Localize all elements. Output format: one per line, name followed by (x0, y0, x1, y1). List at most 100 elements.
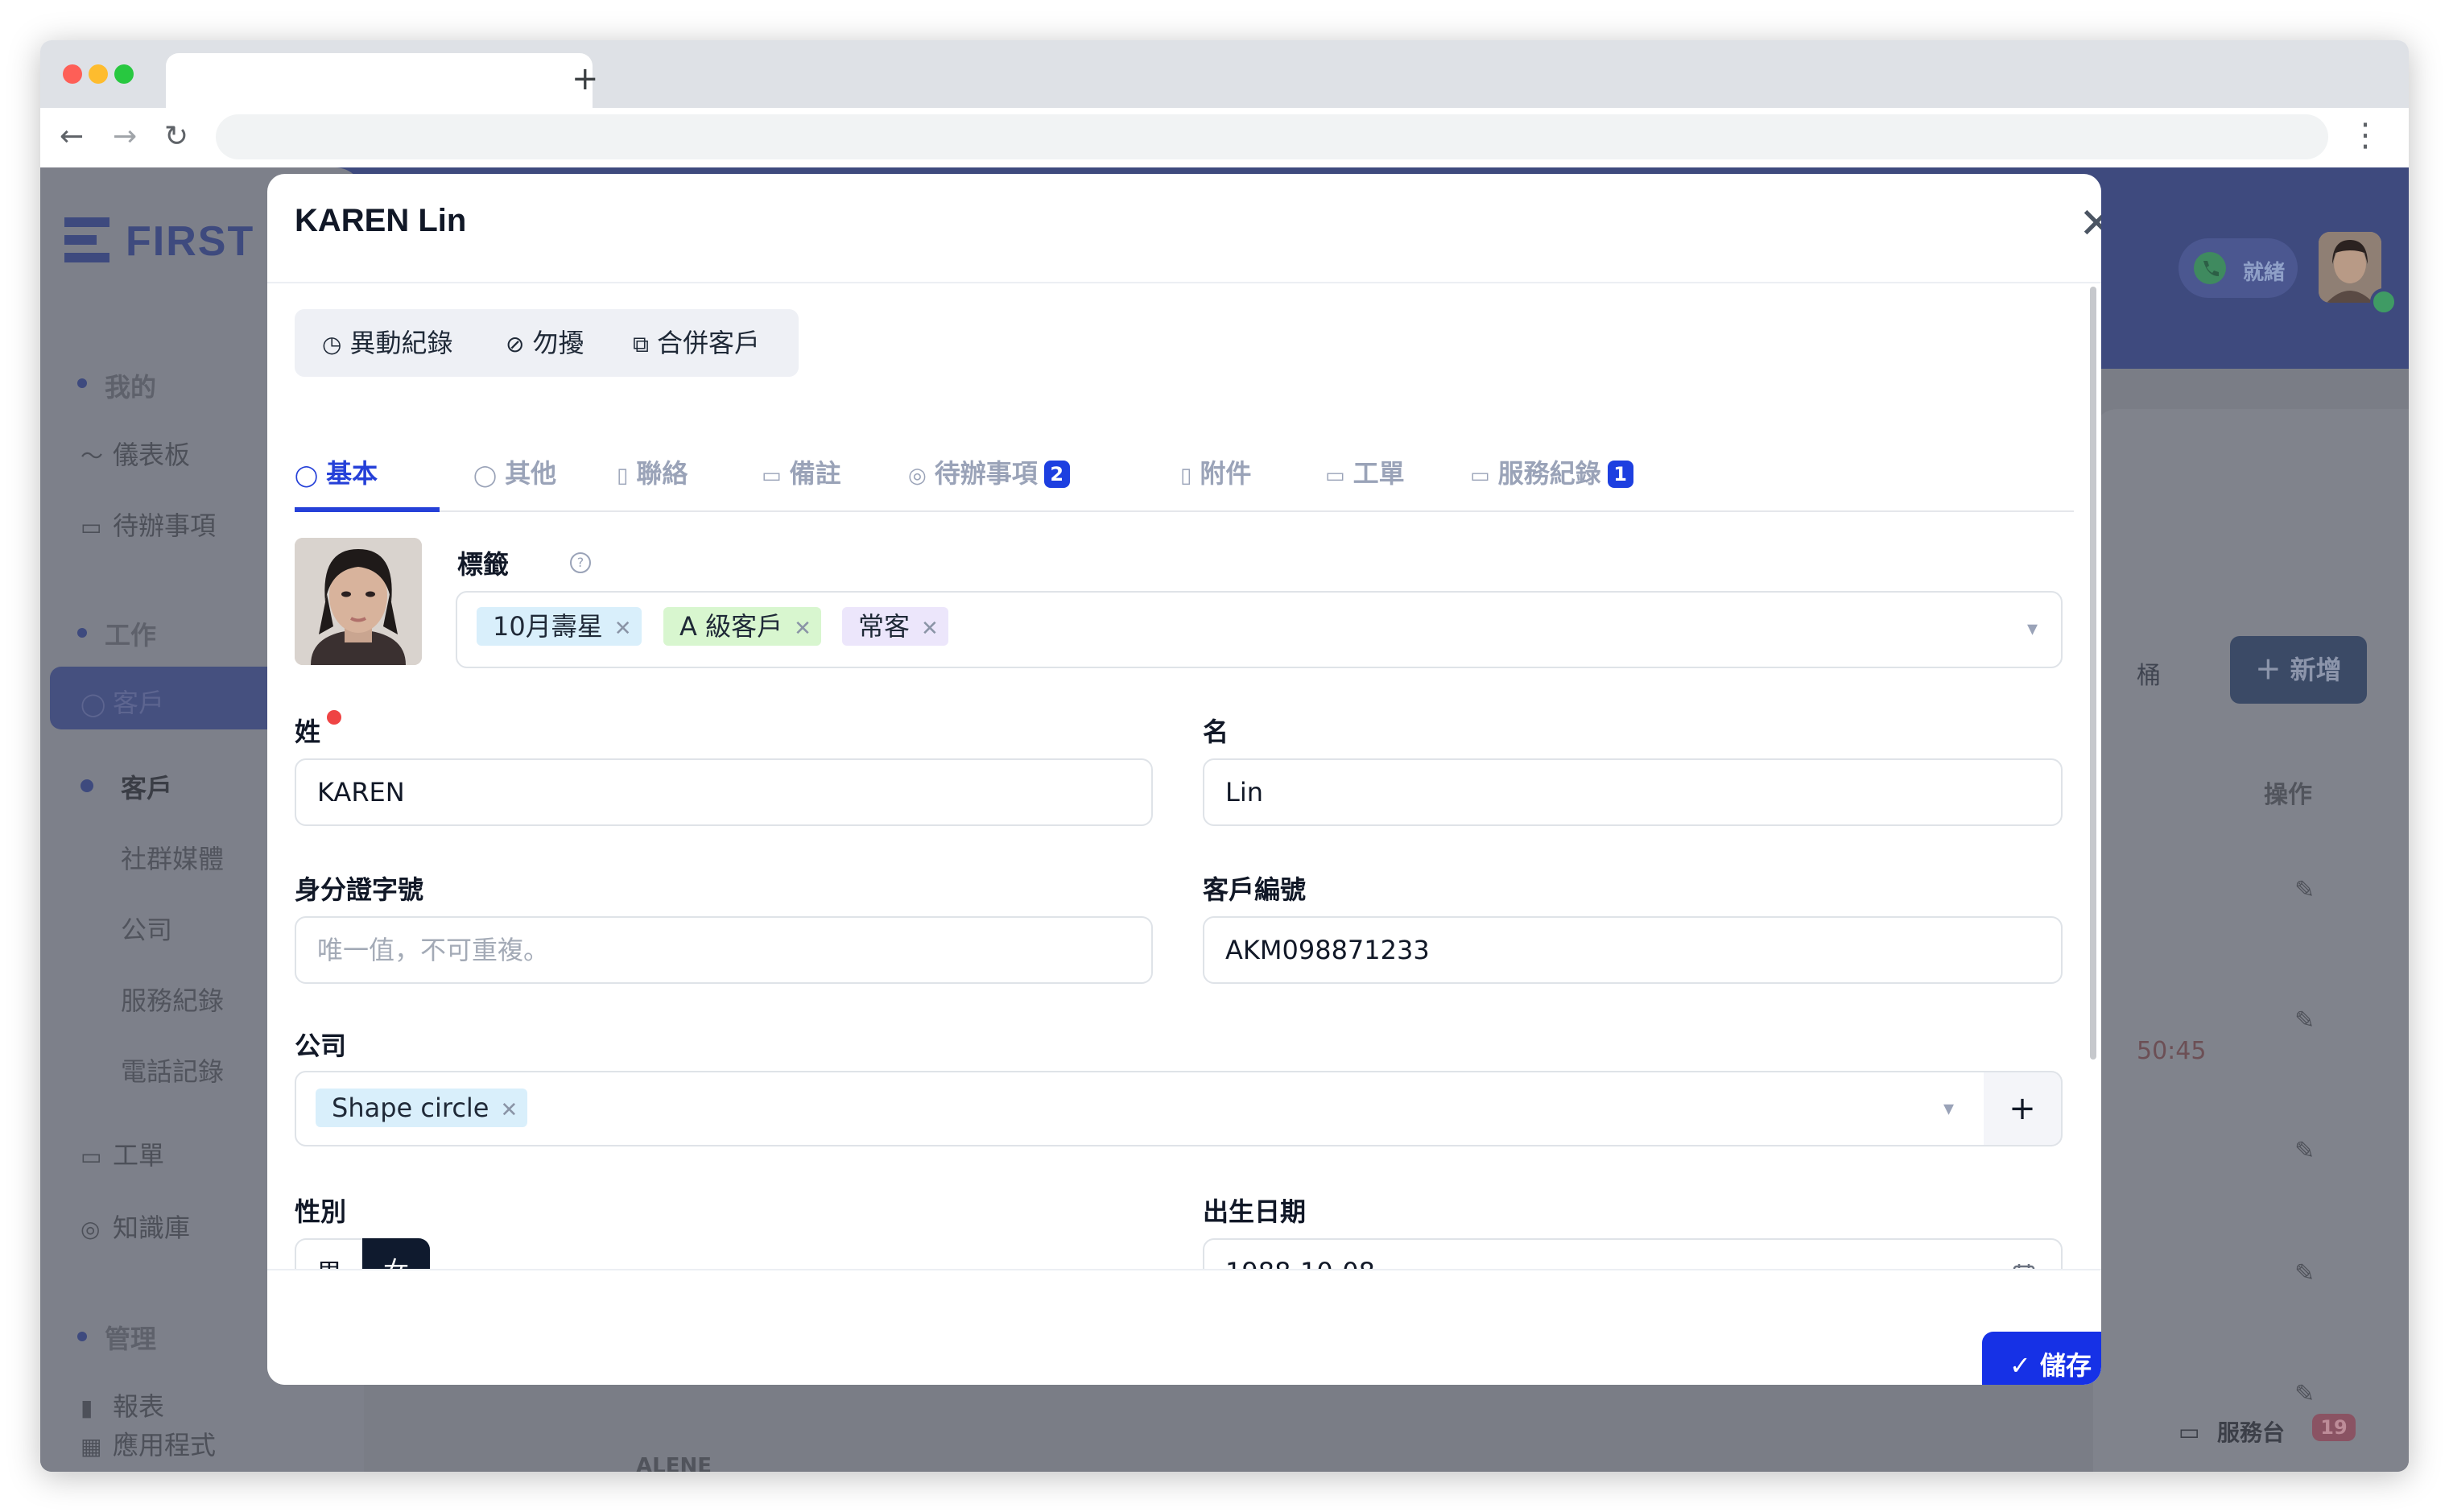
clock-icon: ◷ (322, 331, 342, 357)
contact-card-icon: ▯ (617, 464, 629, 488)
customer-photo[interactable] (295, 538, 422, 665)
edit-icon[interactable]: ✎ (2294, 1380, 2315, 1408)
sidebar-item-company[interactable]: 公司 (121, 910, 172, 947)
first-name-label: 名 (1203, 717, 1229, 747)
edit-icon[interactable]: ✎ (2294, 1006, 2315, 1035)
sidebar-item-tickets[interactable]: ▭ 工單 (81, 1135, 164, 1172)
phone-icon (2194, 252, 2226, 284)
id-number-label: 身分證字號 (295, 874, 424, 905)
remove-tag-icon[interactable]: ✕ (921, 617, 939, 641)
header-divider (267, 282, 2101, 283)
customer-id-value: AKM098871233 (1225, 935, 1430, 965)
tab-basic[interactable]: ◯ 基本 (295, 457, 378, 509)
tab-notes[interactable]: ▭ 備註 (762, 457, 841, 509)
edit-icon[interactable]: ✎ (2294, 1137, 2315, 1165)
remove-tag-icon[interactable]: ✕ (614, 617, 632, 641)
tab-service-records[interactable]: ▭ 服務紀錄 1 (1470, 457, 1633, 509)
edit-icon[interactable]: ✎ (2294, 876, 2315, 904)
reload-icon[interactable]: ↻ (164, 122, 188, 151)
new-tab-button[interactable]: + (572, 63, 599, 95)
last-name-input[interactable]: KAREN (295, 758, 1153, 826)
bucket-text: 桶 (2137, 662, 2161, 690)
remove-tag-icon[interactable]: ✕ (794, 617, 812, 641)
chevron-down-icon[interactable]: ▾ (1943, 1097, 1954, 1121)
tab-tickets[interactable]: ▭ 工單 (1325, 457, 1405, 509)
customer-portrait (295, 538, 422, 665)
add-company-button[interactable]: + (1984, 1071, 2063, 1146)
help-icon[interactable]: ? (570, 552, 591, 573)
close-icon[interactable]: ✕ (2074, 201, 2101, 246)
company-select[interactable]: Shape circle ✕ ▾ (295, 1071, 1985, 1146)
tags-select[interactable]: 10月壽星 ✕ A 級客戶 ✕ 常客 ✕ ▾ (456, 591, 2063, 668)
browser-menu-icon[interactable]: ⋮ (2349, 119, 2381, 151)
sidebar-item-service-records[interactable]: 服務紀錄 (121, 981, 224, 1018)
customer-id-input[interactable]: AKM098871233 (1203, 916, 2063, 984)
id-number-input[interactable]: 唯一值，不可重複。 (295, 916, 1153, 984)
edit-icon[interactable]: ✎ (2294, 1259, 2315, 1287)
scrollbar[interactable] (2090, 287, 2096, 1060)
tab-label: 備註 (789, 458, 841, 489)
close-window-button[interactable] (63, 64, 82, 84)
tag-chip-label: A 級客戶 (679, 611, 783, 642)
sidebar-item-label: 工單 (113, 1140, 165, 1171)
tab-other[interactable]: ◯ 其他 (473, 457, 556, 509)
maximize-window-button[interactable] (114, 64, 134, 84)
browser-tab[interactable] (166, 53, 593, 108)
tab-label: 工單 (1353, 458, 1405, 489)
call-status-text: 就緒 (2243, 261, 2286, 285)
id-number-placeholder: 唯一值，不可重複。 (317, 935, 550, 965)
do-not-disturb-button[interactable]: ⊘ 勿擾 (506, 309, 584, 377)
footer-divider (267, 1269, 2101, 1270)
chevron-down-icon[interactable]: ▾ (2027, 617, 2038, 641)
todo-count-badge: 2 (1043, 461, 1070, 488)
content-card (2093, 409, 2409, 1472)
tab-contact[interactable]: ▯ 聯絡 (617, 457, 688, 509)
sidebar-item-knowledge-base[interactable]: ◎ 知識庫 (81, 1208, 190, 1245)
tab-todo[interactable]: ◎ 待辦事項 2 (908, 457, 1070, 509)
tab-label: 待辦事項 (934, 458, 1038, 489)
remove-company-icon[interactable]: ✕ (500, 1098, 518, 1122)
minimize-window-button[interactable] (89, 64, 108, 84)
sidebar-item-customers[interactable]: 客戶 (121, 768, 172, 805)
file-icon: ▯ (1180, 464, 1192, 488)
trend-icon: 〜 (81, 443, 104, 469)
forward-arrow-icon[interactable]: → (113, 122, 137, 151)
tag-chip: 10月壽星 ✕ (477, 607, 642, 646)
time-text: 50:45 (2137, 1037, 2207, 1065)
address-bar[interactable] (216, 114, 2328, 159)
service-desk-label[interactable]: 服務台 (2217, 1415, 2285, 1448)
sidebar-item-label: 客戶 (113, 688, 165, 718)
save-button[interactable]: ✓ 儲存 (1982, 1332, 2101, 1385)
tab-label: 聯絡 (636, 458, 688, 489)
sidebar-item-label: 報表 (113, 1391, 165, 1422)
do-not-disturb-label: 勿擾 (532, 328, 584, 358)
back-arrow-icon[interactable]: ← (60, 122, 84, 151)
required-dot (327, 710, 341, 725)
tabs-divider (295, 510, 2074, 512)
sidebar-item-label: 知識庫 (113, 1212, 191, 1243)
sidebar-item-reports[interactable]: ▮ 報表 (81, 1386, 164, 1423)
sidebar-item-social-media[interactable]: 社群媒體 (121, 839, 224, 876)
active-dot (81, 779, 93, 792)
customer-modal: KAREN Lin ✕ ◷ 異動紀錄 ⊘ 勿擾 ⧉ 合併客戶 ◯ 基本 ◯ 其他 ▯ 聯絡 … (267, 174, 2101, 1385)
customer-id-label: 客戶編號 (1203, 874, 1307, 905)
tab-label: 附件 (1200, 458, 1252, 489)
section-work: 工作 (105, 620, 157, 651)
section-admin: 管理 (105, 1324, 157, 1354)
sidebar-item-apps[interactable]: ▦ 應用程式 (81, 1425, 216, 1462)
history-button[interactable]: ◷ 異動紀錄 (322, 309, 452, 377)
sidebar-item-customers-group[interactable]: ◯ 客戶 (81, 683, 164, 720)
sidebar-item-todo[interactable]: ▭ 待辦事項 (81, 506, 216, 543)
sidebar-item-call-records[interactable]: 電話記錄 (121, 1051, 224, 1089)
tab-attachments[interactable]: ▯ 附件 (1180, 457, 1251, 509)
first-name-input[interactable]: Lin (1203, 758, 2063, 826)
merge-customer-label: 合併客戶 (657, 328, 761, 358)
add-button[interactable]: ＋ 新增 (2230, 636, 2367, 704)
check-circle-icon: ◎ (908, 464, 927, 488)
avatar[interactable] (2319, 232, 2381, 303)
tag-chip: A 級客戶 ✕ (663, 607, 821, 646)
comment-icon: ▭ (762, 464, 782, 488)
merge-customer-button[interactable]: ⧉ 合併客戶 (633, 309, 760, 377)
sidebar-item-dashboard[interactable]: 〜儀表板 (81, 435, 190, 472)
tag-chip: 常客 ✕ (842, 607, 948, 646)
